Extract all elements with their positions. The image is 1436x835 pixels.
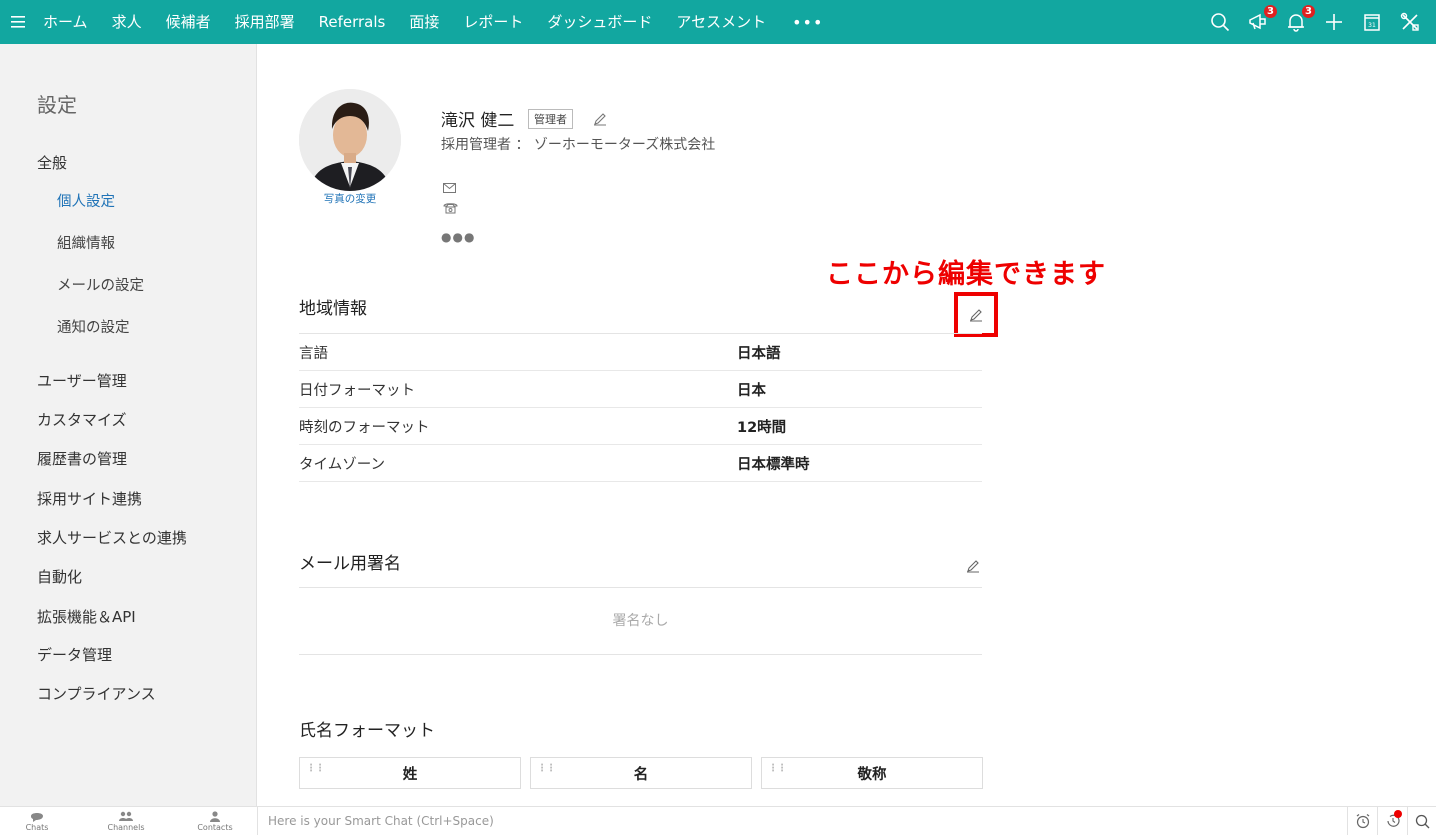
divider: [299, 587, 982, 588]
signature-section-title: メール用署名: [299, 554, 401, 574]
top-icons: 3 3 31: [1208, 0, 1422, 44]
sidebar-item-customize[interactable]: カスタマイズ: [37, 409, 127, 430]
drag-handle-icon[interactable]: ⋮⋮: [306, 764, 325, 774]
channels-tab-label: Channels: [107, 823, 145, 832]
contacts-tab-label: Contacts: [197, 823, 233, 832]
row-label: 言語: [299, 345, 328, 362]
sidebar-item-extensions-api[interactable]: 拡張機能＆API: [37, 606, 136, 627]
nav-item-departments[interactable]: 採用部署: [223, 0, 307, 44]
more-info-icon[interactable]: ●●●: [441, 230, 475, 244]
profile-job-title: 採用管理者 ： ゾーホーモーターズ株式会社: [441, 137, 716, 153]
name-format-field-last[interactable]: ⋮⋮ 姓: [299, 757, 521, 789]
divider: [299, 654, 982, 655]
locale-row: 時刻のフォーマット 12時間: [299, 408, 982, 445]
contact-icon: [210, 811, 220, 822]
locale-edit-icon[interactable]: [969, 308, 983, 322]
tools-icon[interactable]: [1398, 10, 1422, 34]
sidebar-item-automation[interactable]: 自動化: [37, 566, 82, 587]
nav-item-reports[interactable]: レポート: [451, 0, 535, 44]
field-label: 姓: [402, 766, 418, 783]
nav-item-assessment[interactable]: アセスメント: [664, 0, 778, 44]
alarm-icon[interactable]: [1347, 807, 1377, 835]
sidebar-item-career-site[interactable]: 採用サイト連携: [37, 488, 142, 509]
sidebar-item-resume[interactable]: 履歴書の管理: [37, 448, 127, 469]
announcement-icon[interactable]: 3: [1246, 4, 1278, 34]
name-format-field-salutation[interactable]: ⋮⋮ 敬称: [761, 757, 983, 789]
sidebar-item-compliance[interactable]: コンプライアンス: [37, 683, 156, 704]
profile-name: 滝沢 健二: [441, 111, 515, 131]
sidebar-item-users[interactable]: ユーザー管理: [37, 370, 127, 391]
plus-icon[interactable]: [1322, 10, 1346, 34]
bell-icon[interactable]: 3: [1284, 4, 1316, 34]
history-alert-dot: [1394, 810, 1402, 818]
nav-item-interviews[interactable]: 面接: [397, 0, 451, 44]
hamburger-menu-icon[interactable]: [0, 0, 36, 44]
nav-item-home[interactable]: ホーム: [36, 0, 100, 44]
channels-icon: [119, 811, 133, 821]
nav-item-referrals[interactable]: Referrals: [307, 0, 398, 44]
announcement-badge: 3: [1263, 4, 1278, 19]
name-format-field-first[interactable]: ⋮⋮ 名: [530, 757, 752, 789]
main-content: 写真の変更 滝沢 健二 管理者 採用管理者 ： ゾーホーモーターズ株式会社 ●●…: [257, 44, 1436, 806]
row-value: 日本標準時: [737, 456, 810, 473]
drag-handle-icon[interactable]: ⋮⋮: [537, 764, 556, 774]
sidebar-item-notification-settings[interactable]: 通知の設定: [57, 316, 130, 337]
sidebar-item-org-info[interactable]: 組織情報: [57, 232, 115, 253]
nav-more-button[interactable]: •••: [778, 13, 837, 32]
mail-icon[interactable]: [443, 178, 456, 197]
field-label: 敬称: [857, 766, 887, 783]
change-photo-link[interactable]: 写真の変更: [299, 191, 401, 206]
svg-text:31: 31: [1368, 22, 1376, 29]
no-signature-text: 署名なし: [612, 613, 669, 629]
sidebar-item-job-boards[interactable]: 求人サービスとの連携: [37, 527, 187, 548]
chat-icon: [31, 813, 43, 822]
sidebar-item-personal-settings[interactable]: 個人設定: [57, 190, 115, 211]
row-label: 日付フォーマット: [299, 382, 415, 399]
history-icon[interactable]: [1377, 807, 1407, 835]
row-value: 日本語: [737, 345, 781, 362]
nav-item-dashboard[interactable]: ダッシュボード: [535, 0, 664, 44]
name-format-section-title: 氏名フォーマット: [299, 721, 435, 741]
row-value: 日本: [737, 382, 766, 399]
profile-edit-icon[interactable]: [593, 111, 607, 130]
role-badge: 管理者: [528, 109, 573, 129]
search-icon[interactable]: [1208, 10, 1232, 34]
notification-badge: 3: [1301, 4, 1316, 19]
row-label: タイムゾーン: [299, 456, 385, 473]
locale-edit-highlight[interactable]: [954, 292, 998, 337]
nav-item-candidates[interactable]: 候補者: [154, 0, 223, 44]
locale-section-title: 地域情報: [299, 299, 367, 319]
chats-tab[interactable]: Chats: [7, 811, 67, 832]
calendar-icon[interactable]: 31: [1360, 10, 1384, 34]
contacts-tab[interactable]: Contacts: [185, 811, 245, 832]
locale-row: 日付フォーマット 日本: [299, 371, 982, 408]
avatar[interactable]: [299, 89, 401, 191]
chats-tab-label: Chats: [25, 823, 49, 832]
bottom-search-icon[interactable]: [1407, 807, 1436, 835]
drag-handle-icon[interactable]: ⋮⋮: [768, 764, 787, 774]
sidebar-title: 設定: [37, 93, 77, 117]
sidebar-item-mail-settings[interactable]: メールの設定: [57, 274, 144, 295]
locale-row: タイムゾーン 日本標準時: [299, 445, 982, 482]
edit-annotation: ここから編集できます: [826, 259, 1106, 290]
phone-icon[interactable]: [443, 199, 458, 218]
nav-item-jobs[interactable]: 求人: [100, 0, 154, 44]
smart-chat-input[interactable]: Here is your Smart Chat (Ctrl+Space): [257, 807, 1347, 835]
bottom-bar: Chats Channels Contacts Here is your Sma…: [0, 806, 1436, 835]
sidebar-item-data-admin[interactable]: データ管理: [37, 644, 112, 665]
row-label: 時刻のフォーマット: [299, 419, 430, 436]
channels-tab[interactable]: Channels: [96, 811, 156, 832]
sidebar-item-general[interactable]: 全般: [37, 152, 67, 173]
top-nav-bar: ホーム 求人 候補者 採用部署 Referrals 面接 レポート ダッシュボー…: [0, 0, 1436, 44]
signature-edit-icon[interactable]: [966, 558, 980, 577]
main-nav: ホーム 求人 候補者 採用部署 Referrals 面接 レポート ダッシュボー…: [36, 0, 837, 44]
row-value: 12時間: [737, 419, 787, 436]
settings-sidebar: 設定 全般 個人設定 組織情報 メールの設定 通知の設定 ユーザー管理 カスタマ…: [0, 44, 257, 806]
field-label: 名: [633, 766, 649, 783]
locale-row: 言語 日本語: [299, 334, 982, 371]
